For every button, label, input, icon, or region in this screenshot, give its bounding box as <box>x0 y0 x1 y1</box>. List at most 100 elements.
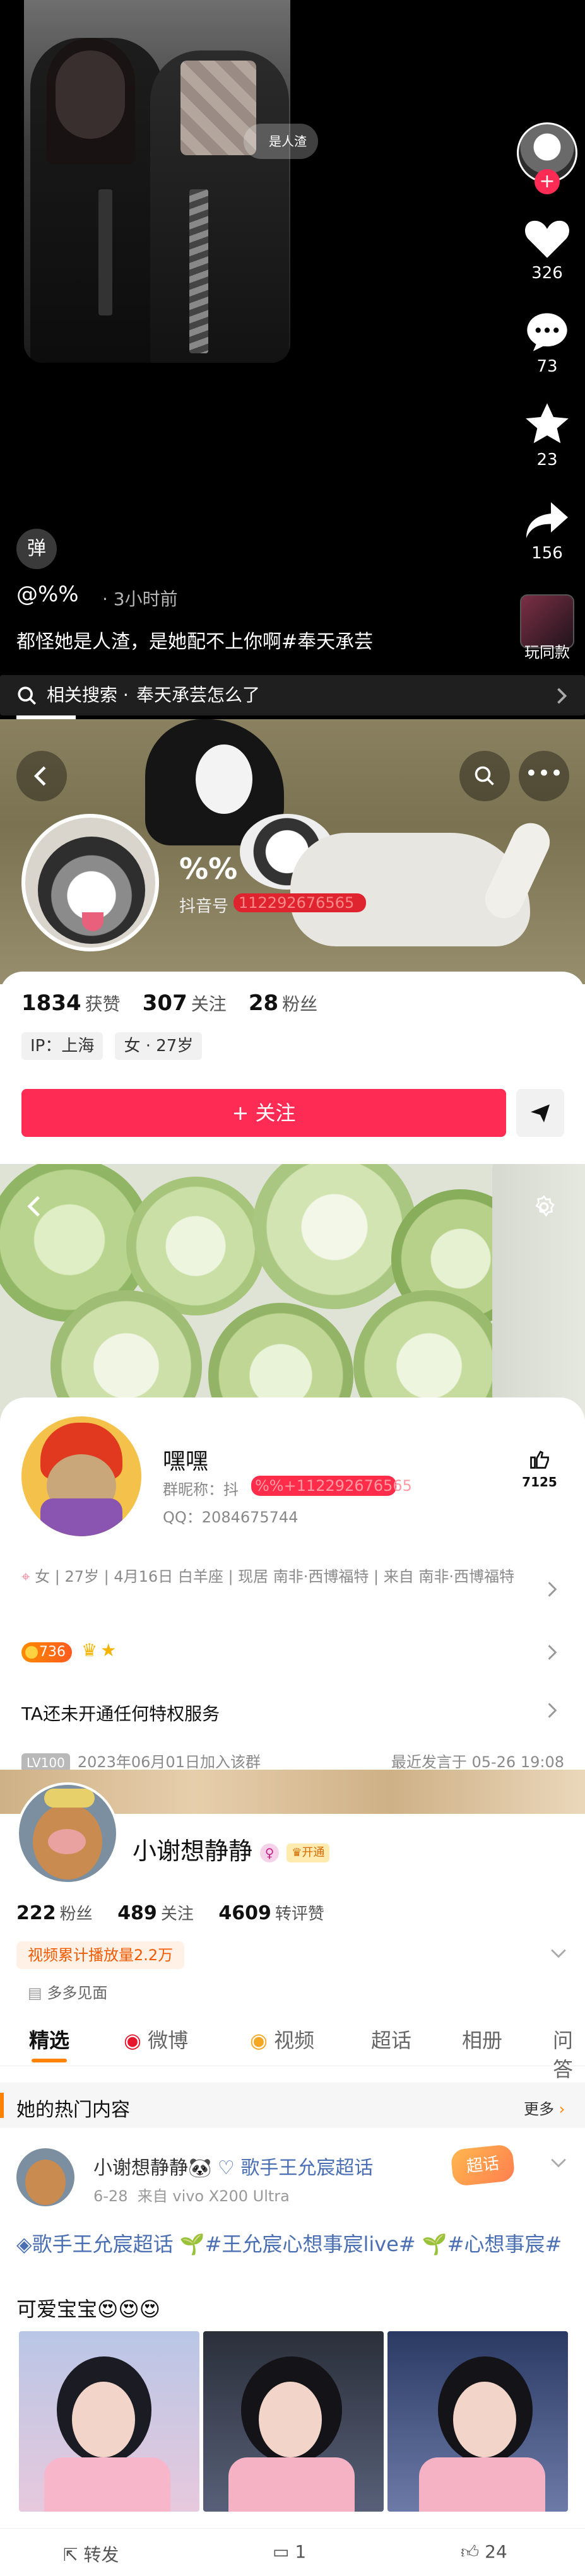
comment-button[interactable]: ▭ 1 <box>273 2541 306 2562</box>
video-icon: ◉ <box>250 2028 268 2052</box>
stats-row: 1834 获赞 307 关注 28 粉丝 <box>21 991 318 1016</box>
post-meta: 6-28 来自 vivo X200 Ultra <box>93 2187 290 2205</box>
weibo-post[interactable]: 小谢想静静🐼 ♡ 歌手王允宸超话 6-28 来自 vivo X200 Ultra… <box>0 2128 585 2576</box>
related-query: 奉天承芸怎么了 <box>136 685 261 705</box>
tab-qa[interactable]: 问答 <box>553 2025 585 2083</box>
chevron-right-icon <box>548 1703 557 1718</box>
chevron-right-icon <box>557 688 567 704</box>
gear-icon <box>535 1195 555 1217</box>
comment-button[interactable]: 73 <box>512 309 582 376</box>
video-time: · 3小时前 <box>102 589 178 609</box>
tab-super-topic[interactable]: 超话 <box>371 2025 411 2054</box>
share-arrow-icon <box>526 502 568 538</box>
post-image-2[interactable] <box>203 2331 384 2512</box>
gender-age-chip: 女 · 27岁 <box>115 1032 203 1060</box>
chevron-down-icon[interactable] <box>550 1948 567 1959</box>
chevron-down-icon[interactable] <box>550 2157 567 2168</box>
share-button[interactable]: 156 <box>512 498 582 563</box>
repost-icon: ⇱ <box>63 2544 78 2565</box>
tab-album[interactable]: 相册 <box>462 2025 502 2054</box>
member-details[interactable]: ⌖ 女 | 27岁 | 4月16日 白羊座 | 现居 南非·西博福特 | 来自 … <box>21 1565 526 1588</box>
group-nick-label: 群昵称：抖 <box>163 1481 239 1498</box>
post-image-3[interactable] <box>387 2331 568 2512</box>
send-icon <box>531 1104 550 1122</box>
post-actions: ⇱ 转发 ▭ 1 👍︎ 24 <box>0 2528 585 2576</box>
douyin-id-label: 抖音号 <box>179 897 229 916</box>
favorite-button[interactable]: 23 <box>512 401 582 469</box>
post-text: 可爱宝宝😍😍😍 <box>16 2297 161 2321</box>
star-icon <box>526 403 569 444</box>
document-icon: ▤ <box>28 1984 47 2002</box>
douyin-profile: ••• %% 抖音号 112292676565 1834 获赞 307 关注 28 粉… <box>0 719 585 1164</box>
chevron-right-icon <box>548 1645 557 1660</box>
vip-badge[interactable]: ♛开通 <box>287 1843 330 1862</box>
post-image-1[interactable] <box>19 2331 199 2512</box>
member-info-card: 嘿嘿 群昵称：抖 %%+112292676565 QQ：2084675744 7… <box>0 1397 585 1770</box>
share-profile-button[interactable] <box>516 1089 564 1137</box>
comment-icon: ▭ <box>273 2541 290 2562</box>
search-icon <box>18 686 37 705</box>
level-badge: 736 <box>21 1642 72 1662</box>
video-frame[interactable] <box>24 0 290 363</box>
star-badge-icon: ★ <box>100 1640 117 1661</box>
group-nick-redacted: %%+112292676565 <box>251 1476 412 1496</box>
video-tag[interactable]: 是人渣 <box>244 124 318 159</box>
likes-count: 1834 <box>21 991 81 1016</box>
hot-content-header: 她的热门内容 更多 › <box>0 2083 585 2128</box>
profile-search-button[interactable] <box>459 751 510 801</box>
chevron-left-icon <box>27 1196 40 1217</box>
comment-icon <box>527 313 567 351</box>
group-membership-footer: LV100 2023年06月01日加入该群 最近发言于 05-26 19:08 <box>21 1750 564 1770</box>
profile-name: %% <box>179 852 238 886</box>
more-menu-button[interactable]: ••• <box>519 751 569 801</box>
music-disc[interactable]: 玩同款 <box>512 594 582 662</box>
chevron-right-icon <box>548 1582 557 1597</box>
video-author[interactable]: @%% <box>16 582 79 607</box>
super-topic-link[interactable]: ♡ 歌手王允宸超话 <box>218 2157 373 2179</box>
privilege-service-row[interactable]: TA还未开通任何特权服务 <box>21 1700 220 1726</box>
fans-count[interactable]: 28 <box>249 991 278 1016</box>
heart-icon <box>525 220 569 258</box>
location-pin-icon: ⌖ <box>21 1568 35 1585</box>
author-avatar[interactable]: + <box>512 122 582 194</box>
member-name: 嘿嘿 <box>163 1449 209 1474</box>
tab-video[interactable]: ◉ 视频 <box>250 2025 314 2054</box>
active-tab-indicator <box>32 2059 67 2062</box>
thumbs-up-icon: 👍︎ <box>461 2541 480 2562</box>
avatar[interactable] <box>21 814 159 951</box>
post-avatar[interactable] <box>16 2148 74 2206</box>
back-button[interactable] <box>25 1196 43 1217</box>
video-play-count: 视频累计播放量2.2万 <box>16 1941 185 1969</box>
more-dots-icon: ••• <box>524 761 564 786</box>
search-icon <box>475 766 494 785</box>
repost-button[interactable]: ⇱ 转发 <box>63 2541 119 2567</box>
qq-cover-image <box>0 1164 585 1429</box>
video-caption: 都怪她是人渣，是她配不上你啊#奉天承芸 <box>16 631 374 653</box>
avatar[interactable] <box>16 1782 119 1885</box>
level-tag: LV100 <box>21 1753 70 1770</box>
back-button[interactable] <box>16 751 67 801</box>
follow-button[interactable]: + 关注 <box>21 1089 506 1137</box>
danmaku-toggle[interactable]: 弹 <box>16 529 57 569</box>
tab-weibo[interactable]: ◉ 微博 <box>124 2025 188 2054</box>
member-badges[interactable]: 736 ♛ ★ <box>21 1640 116 1665</box>
chevron-left-icon <box>33 766 46 786</box>
music-label: 玩同款 <box>524 644 570 661</box>
like-button[interactable]: 👍︎ 24 <box>461 2541 507 2563</box>
weibo-tabs: 精选 ◉ 微博 ◉ 视频 超话 相册 问答 <box>0 2014 585 2081</box>
more-link[interactable]: 更多 › <box>524 2097 565 2119</box>
follow-plus-icon[interactable]: + <box>535 169 560 194</box>
post-topics[interactable]: ◈歌手王允宸超话 🌱#王允宸心想事宸live# 🌱#心想事宸# <box>16 2229 565 2259</box>
tab-featured[interactable]: 精选 <box>29 2025 69 2054</box>
profile-like-button[interactable]: 7125 <box>517 1448 562 1490</box>
related-search-bar[interactable]: 相关搜索 · 奉天承芸怎么了 <box>0 675 585 715</box>
douyin-id-redacted: 112292676565 <box>233 893 366 912</box>
like-button[interactable]: 326 <box>512 215 582 283</box>
following-count[interactable]: 307 <box>143 991 187 1016</box>
weibo-stats: 222 粉丝 489 关注 4609 转评赞 <box>16 1902 324 1924</box>
avatar[interactable] <box>21 1416 141 1536</box>
ip-chip: IP：上海 <box>21 1032 103 1060</box>
qq-member-card: 嘿嘿 群昵称：抖 %%+112292676565 QQ：2084675744 7… <box>0 1164 585 1770</box>
settings-button[interactable] <box>531 1194 557 1220</box>
crown-icon: ♛ <box>81 1640 98 1661</box>
